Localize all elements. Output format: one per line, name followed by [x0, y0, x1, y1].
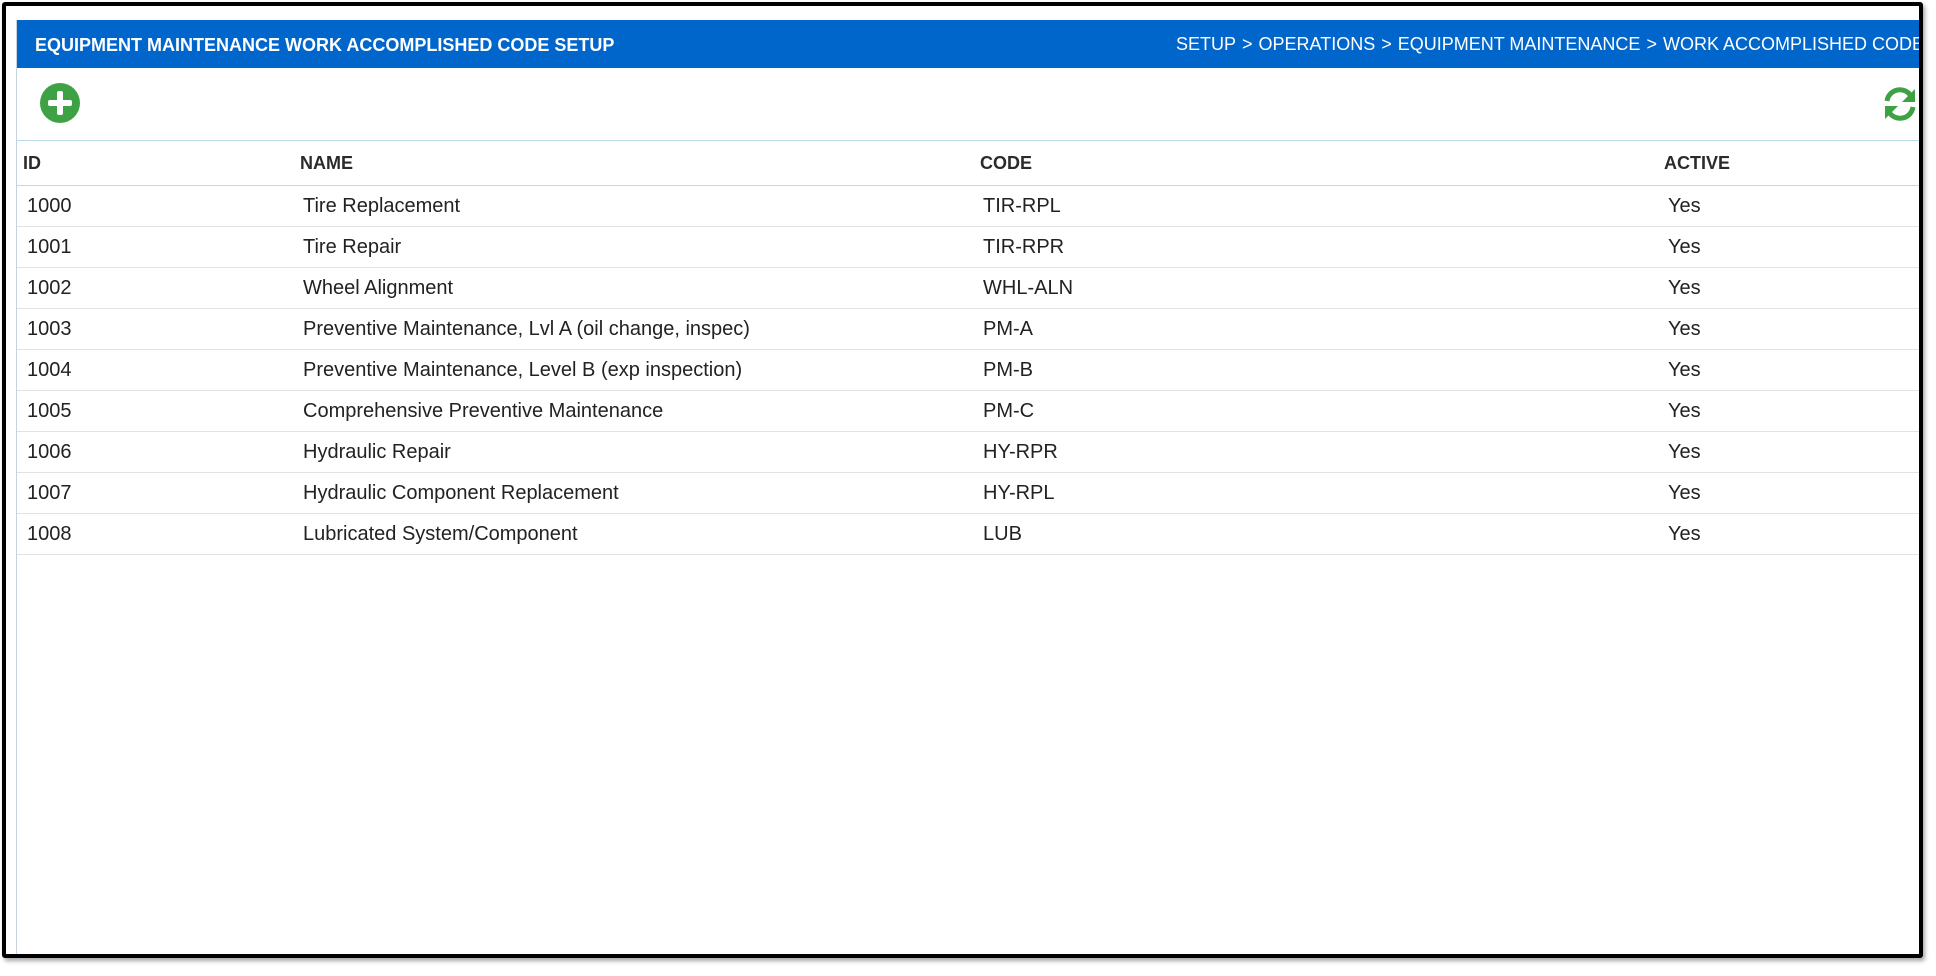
cell-id: 1008	[17, 513, 300, 555]
cell-id: 1006	[17, 431, 300, 473]
breadcrumb-item-work-accomplished-code: WORK ACCOMPLISHED CODE	[1662, 34, 1923, 54]
refresh-icon	[1884, 87, 1916, 121]
cell-name: Tire Repair	[300, 226, 980, 268]
column-header-name[interactable]: NAME	[300, 141, 980, 186]
cell-id: 1003	[17, 308, 300, 350]
cell-name: Lubricated System/Component	[300, 513, 980, 555]
app-panel: EQUIPMENT MAINTENANCE WORK ACCOMPLISHED …	[16, 20, 1923, 954]
codes-table: ID NAME CODE ACTIVE 1000 Tire Replacemen…	[17, 141, 1919, 555]
breadcrumb-item-operations[interactable]: OPERATIONS	[1259, 34, 1376, 55]
cell-active: Yes	[1664, 431, 1919, 473]
cell-name: Hydraulic Component Replacement	[300, 472, 980, 514]
cell-code: WHL-ALN	[980, 267, 1664, 309]
cell-name: Preventive Maintenance, Lvl A (oil chang…	[300, 308, 980, 350]
cell-name: Tire Replacement	[300, 185, 980, 227]
breadcrumb: SETUP > OPERATIONS > EQUIPMENT MAINTENAN…	[1176, 33, 1923, 55]
column-header-code[interactable]: CODE	[980, 141, 1664, 186]
cell-code: LUB	[980, 513, 1664, 555]
cell-active: Yes	[1664, 185, 1919, 227]
cell-name: Hydraulic Repair	[300, 431, 980, 473]
cell-id: 1004	[17, 349, 300, 391]
breadcrumb-item-equipment-maintenance[interactable]: EQUIPMENT MAINTENANCE	[1398, 34, 1641, 55]
cell-code: HY-RPL	[980, 472, 1664, 514]
cell-active: Yes	[1664, 349, 1919, 391]
cell-id: 1000	[17, 185, 300, 227]
breadcrumb-item-setup[interactable]: SETUP	[1176, 34, 1236, 55]
cell-code: TIR-RPL	[980, 185, 1664, 227]
column-header-active[interactable]: ACTIVE	[1664, 141, 1919, 186]
cell-id: 1007	[17, 472, 300, 514]
cell-code: PM-A	[980, 308, 1664, 350]
refresh-button[interactable]	[1880, 84, 1919, 124]
breadcrumb-separator: >	[1646, 34, 1657, 54]
cell-id: 1001	[17, 226, 300, 268]
breadcrumb-separator: >	[1381, 34, 1392, 54]
cell-code: HY-RPR	[980, 431, 1664, 473]
page-title: EQUIPMENT MAINTENANCE WORK ACCOMPLISHED …	[35, 35, 615, 55]
table-row[interactable]: 1001 Tire Repair TIR-RPR Yes	[17, 226, 1919, 268]
cell-active: Yes	[1664, 513, 1919, 555]
cell-code: TIR-RPR	[980, 226, 1664, 268]
table-row[interactable]: 1005 Comprehensive Preventive Maintenanc…	[17, 390, 1919, 432]
table-row[interactable]: 1000 Tire Replacement TIR-RPL Yes	[17, 185, 1919, 227]
cell-id: 1005	[17, 390, 300, 432]
table-row[interactable]: 1007 Hydraulic Component Replacement HY-…	[17, 472, 1919, 514]
cell-id: 1002	[17, 267, 300, 309]
toolbar	[17, 68, 1919, 141]
column-header-id[interactable]: ID	[17, 141, 300, 186]
add-button[interactable]	[40, 83, 80, 123]
cell-code: PM-B	[980, 349, 1664, 391]
table-row[interactable]: 1002 Wheel Alignment WHL-ALN Yes	[17, 267, 1919, 309]
cell-active: Yes	[1664, 226, 1919, 268]
header-bar: EQUIPMENT MAINTENANCE WORK ACCOMPLISHED …	[17, 20, 1923, 68]
table-header-row: ID NAME CODE ACTIVE	[17, 141, 1919, 186]
cell-name: Preventive Maintenance, Level B (exp ins…	[300, 349, 980, 391]
cell-active: Yes	[1664, 390, 1919, 432]
cell-name: Comprehensive Preventive Maintenance	[300, 390, 980, 432]
table-row[interactable]: 1003 Preventive Maintenance, Lvl A (oil …	[17, 308, 1919, 350]
cell-active: Yes	[1664, 472, 1919, 514]
table-row[interactable]: 1004 Preventive Maintenance, Level B (ex…	[17, 349, 1919, 391]
cell-active: Yes	[1664, 267, 1919, 309]
table-row[interactable]: 1006 Hydraulic Repair HY-RPR Yes	[17, 431, 1919, 473]
window-frame: EQUIPMENT MAINTENANCE WORK ACCOMPLISHED …	[2, 2, 1923, 958]
breadcrumb-separator: >	[1242, 34, 1253, 54]
table-row[interactable]: 1008 Lubricated System/Component LUB Yes	[17, 513, 1919, 555]
cell-active: Yes	[1664, 308, 1919, 350]
cell-name: Wheel Alignment	[300, 267, 980, 309]
cell-code: PM-C	[980, 390, 1664, 432]
